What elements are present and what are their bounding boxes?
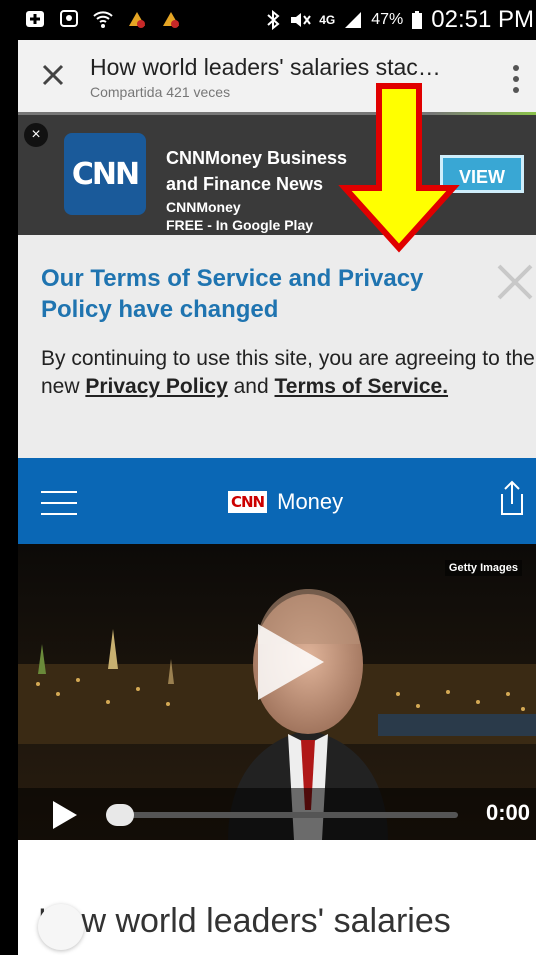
mute-icon [291,13,312,27]
cnn-money-logo[interactable]: CNN Money [228,489,343,515]
notice-close-icon[interactable] [496,263,534,301]
play-button-icon[interactable] [52,800,78,830]
image-credit: Getty Images [444,560,522,576]
video-progress-knob[interactable] [106,804,134,826]
bluetooth-icon [267,10,280,30]
notice-body: By continuing to use this site, you are … [41,345,536,401]
money-brand-text: Money [277,489,344,514]
battery-icon [412,11,423,29]
clock: 02:51 PM [431,6,534,33]
cnn-app-logo: CNN [64,133,146,215]
messenger-icon [60,10,78,27]
cnn-logo-box: CNN [228,491,268,513]
share-count: Compartida 421 veces [90,84,231,100]
loading-indicator [38,904,84,950]
add-icon [26,11,44,27]
video-progress-track[interactable] [106,812,458,818]
status-bar: 4G 47% 02:51 PM [18,0,536,40]
terms-of-service-link[interactable]: Terms of Service. [275,375,449,398]
video-time: 0:00 [485,800,530,825]
signal-icon [345,12,362,28]
notice-and-text: and [227,375,275,398]
warning-app-icon-2 [163,12,179,28]
battery-percent: 47% [371,11,404,28]
ad-close-button[interactable]: × [24,123,48,147]
page-title: How world leaders' salaries stac… [90,54,441,80]
hamburger-menu-icon[interactable] [41,490,77,516]
share-icon[interactable] [498,480,526,516]
close-icon[interactable] [40,62,66,88]
cnn-money-header: CNN Money [18,458,536,544]
annotation-arrow-icon [338,83,460,253]
app-page: 4G 47% 02:51 PM How world leaders' salar… [18,0,536,955]
more-options-icon[interactable] [512,64,520,94]
notice-title: Our Terms of Service and Privacy Policy … [41,265,424,323]
warning-app-icon [129,12,145,28]
cnn-logo-text: CNN [71,156,140,192]
ad-publisher: CNNMoney [166,199,241,215]
video-controls: 0:00 [18,788,536,840]
terms-notice: Our Terms of Service and Privacy Policy … [18,235,536,458]
video-player[interactable]: Getty Images 0:00 [18,544,536,840]
network-type: 4G [319,13,336,27]
wifi-icon [93,11,113,28]
privacy-policy-link[interactable]: Privacy Policy [85,375,227,398]
ad-price: FREE - In Google Play [166,217,314,233]
play-icon[interactable] [250,622,330,702]
article-headline: How world leaders' salaries [38,902,451,940]
